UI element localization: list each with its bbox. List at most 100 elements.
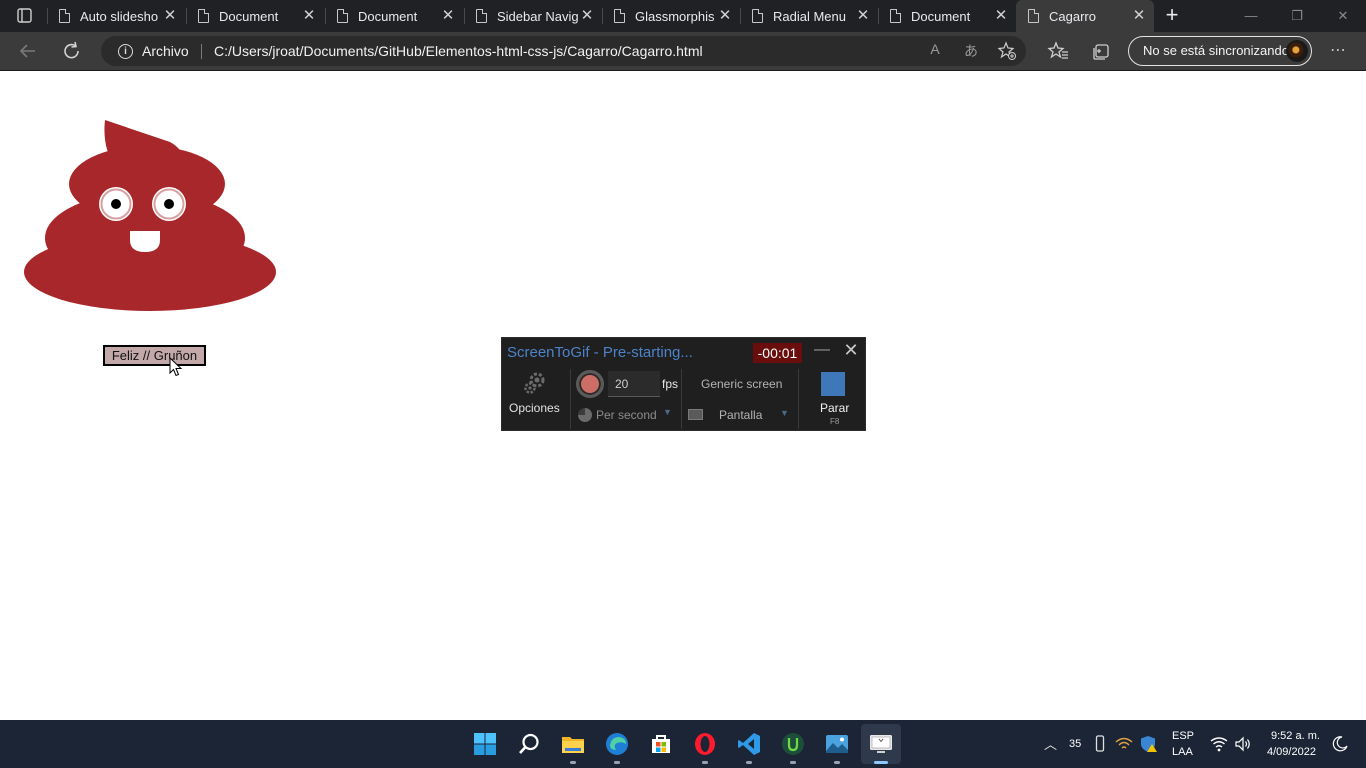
keyboard-layout-indicator[interactable]: LAA [1172,746,1193,758]
left-eye [99,187,133,221]
smiling-mouth [130,231,160,252]
store-button[interactable] [641,724,681,764]
close-icon[interactable]: ✕ [302,8,316,23]
screentogif-recorder: ScreenToGif - Pre-starting... -00:01 — ✕… [501,337,866,431]
language-indicator[interactable]: ESP [1172,730,1194,742]
record-button[interactable] [576,370,604,398]
close-icon[interactable]: ✕ [842,340,860,361]
frequency-select[interactable]: Per second [596,408,657,422]
photos-icon [826,735,848,753]
store-icon [652,735,670,753]
separator [570,369,571,429]
close-icon[interactable]: ✕ [718,8,732,23]
tab-document-1[interactable]: Document ✕ [186,0,324,32]
tab-glassmorphism[interactable]: Glassmorphis ✕ [602,0,740,32]
upwork-button[interactable] [773,724,813,764]
tab-radial-menu[interactable]: Radial Menu ✕ [740,0,878,32]
poop-illustration [24,120,276,311]
screen-select[interactable]: Pantalla [719,408,762,422]
focus-assist-icon[interactable] [1332,736,1348,752]
security-warning-icon[interactable] [1140,735,1158,753]
right-eye [152,187,186,221]
usb-device-icon[interactable] [1094,735,1106,753]
chevron-down-icon[interactable]: ▼ [663,407,672,417]
tab-document-3[interactable]: Document ✕ [878,0,1016,32]
mood-toggle-button[interactable]: Feliz // Gruñon [103,345,206,366]
tab-label: Cagarro [1049,8,1096,24]
info-icon[interactable]: i [118,44,133,59]
mode-label: Generic screen [701,377,783,391]
network-status-icon[interactable] [1114,736,1134,752]
running-indicator [790,761,796,764]
back-arrow-icon[interactable] [16,40,40,62]
wifi-icon[interactable] [1210,736,1228,752]
screentogif-icon [870,735,892,753]
temperature-badge[interactable]: 35 [1069,738,1081,750]
refresh-icon[interactable] [60,40,84,62]
clock-time[interactable]: 9:52 a. m. [1271,730,1320,742]
close-icon[interactable]: ✕ [580,8,594,23]
more-options-icon[interactable]: ⋯ [1326,40,1350,62]
tab-sidebar-navigation[interactable]: Sidebar Navig ✕ [464,0,602,32]
tab-cagarro[interactable]: Cagarro ✕ [1016,0,1154,32]
tab-document-2[interactable]: Document ✕ [325,0,463,32]
separator [798,369,799,429]
collections-icon[interactable] [1090,40,1114,62]
chevron-up-icon[interactable]: ︿ [1044,734,1057,753]
tab-auto-slideshow[interactable]: Auto slidesho ✕ [47,0,185,32]
url-text[interactable]: C:/Users/jroat/Documents/GitHub/Elemento… [214,43,703,59]
tab-label: Radial Menu [773,8,846,24]
volume-icon[interactable] [1234,736,1252,752]
chevron-down-icon[interactable]: ▼ [780,408,789,418]
screentogif-button[interactable] [861,724,901,764]
gear-icon[interactable] [523,371,547,395]
restore-window-button[interactable]: ❐ [1274,0,1320,32]
start-button[interactable] [465,724,505,764]
profile-sync-button[interactable]: No se está sincronizando [1128,36,1312,66]
running-indicator [702,761,708,764]
minimize-window-button[interactable]: — [1228,0,1274,32]
document-icon [614,9,625,23]
read-aloud-icon[interactable]: A [925,41,945,57]
favorites-icon[interactable] [1046,40,1070,62]
tab-actions-icon[interactable] [10,7,38,25]
close-window-button[interactable]: ✕ [1320,0,1366,32]
translate-icon[interactable]: あ [961,41,981,61]
file-explorer-button[interactable] [553,724,593,764]
countdown-timer: -00:01 [753,343,802,363]
close-icon[interactable]: ✕ [163,8,177,23]
add-favorite-icon[interactable] [997,41,1017,61]
mouse-cursor-icon [169,357,183,377]
close-icon[interactable]: ✕ [1132,8,1146,23]
search-button[interactable] [509,724,549,764]
browser-toolbar: i Archivo C:/Users/jroat/Documents/GitHu… [0,32,1366,71]
close-icon[interactable]: ✕ [441,8,455,23]
separator [681,369,682,429]
address-bar[interactable]: i Archivo C:/Users/jroat/Documents/GitHu… [101,36,1026,66]
options-button[interactable]: Opciones [509,401,560,415]
running-indicator [834,761,840,764]
edge-button[interactable] [597,724,637,764]
upwork-icon [782,733,804,755]
tab-label: Document [911,8,971,24]
opera-button[interactable] [685,724,725,764]
fps-label: fps [662,377,679,391]
fps-input[interactable]: 20 [608,371,660,397]
close-icon[interactable]: ✕ [856,8,870,23]
close-icon[interactable]: ✕ [994,8,1008,23]
file-explorer-icon [562,737,584,753]
minimize-icon[interactable]: — [813,341,831,359]
new-tab-button[interactable]: + [1161,4,1183,27]
stop-label[interactable]: Parar [820,401,849,415]
photos-button[interactable] [817,724,857,764]
poop-body [24,120,276,311]
tab-label: Auto slidesho [80,8,159,24]
site-info-label[interactable]: Archivo [142,43,189,59]
clock-icon [578,408,592,422]
clock-date[interactable]: 4/09/2022 [1267,746,1316,758]
document-icon [752,9,763,23]
vscode-button[interactable] [729,724,769,764]
stop-button[interactable] [821,372,845,396]
vscode-icon [738,733,760,755]
tab-label: Glassmorphis [635,8,715,24]
